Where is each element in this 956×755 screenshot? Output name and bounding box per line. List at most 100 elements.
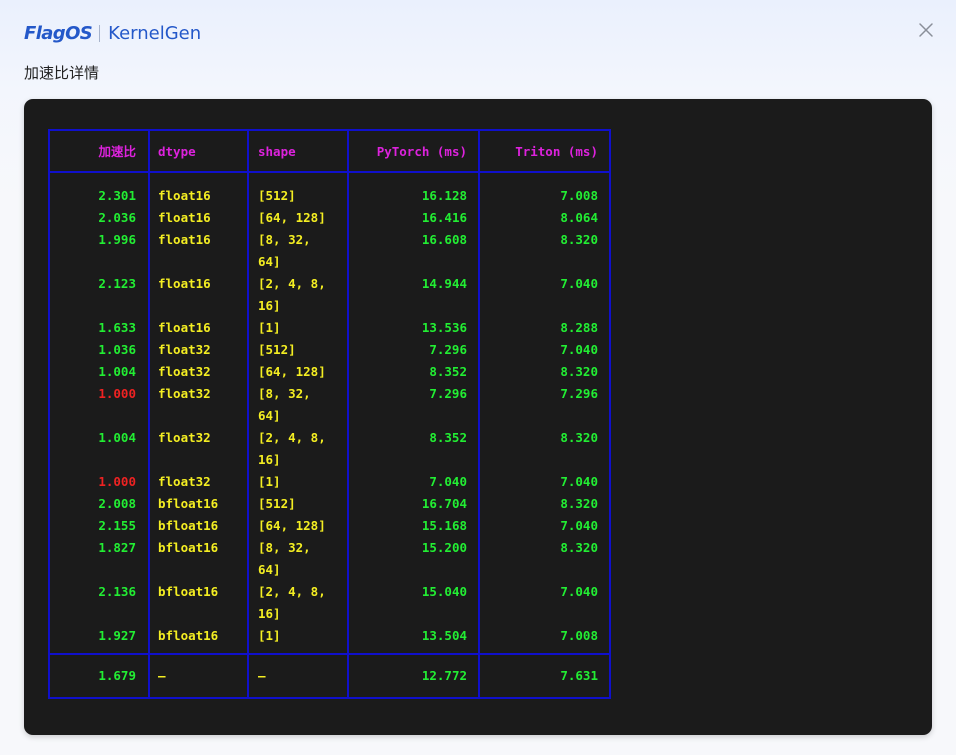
table-cell-pytorch: 13.504 bbox=[421, 628, 467, 643]
table-cell-pytorch: 15.200 bbox=[421, 540, 467, 555]
table-cell-speedup: 1.827 bbox=[98, 540, 136, 555]
close-icon bbox=[919, 23, 933, 37]
table-cell-shape: [512] bbox=[258, 342, 296, 357]
table-cell-triton: 7.040 bbox=[560, 518, 598, 533]
table-cell-dtype: float16 bbox=[158, 320, 211, 335]
table-cell-pytorch: 16.608 bbox=[421, 232, 467, 247]
table-cell-pytorch: 15.168 bbox=[421, 518, 467, 533]
table-cell-shape: [64, 128] bbox=[258, 210, 326, 225]
table-cell-dtype: float16 bbox=[158, 188, 211, 203]
column-header: Triton (ms) bbox=[515, 144, 598, 159]
table-cell-triton: 7.040 bbox=[560, 584, 598, 599]
table-cell-triton: 8.320 bbox=[560, 364, 598, 379]
speedup-table: 加速比 dtype shape PyTorch (ms) Triton (ms) 2.30… bbox=[48, 129, 611, 699]
table-cell-shape: [2, 4, 8, bbox=[258, 276, 326, 291]
table-cell-speedup: 1.996 bbox=[98, 232, 136, 247]
table-cell-shape: 16] bbox=[258, 452, 281, 467]
table-column-divider bbox=[148, 129, 150, 699]
table-cell-triton: 7.008 bbox=[560, 628, 598, 643]
table-cell-triton: 7.040 bbox=[560, 474, 598, 489]
table-cell-shape: [64, 128] bbox=[258, 364, 326, 379]
table-cell-pytorch: 16.128 bbox=[421, 188, 467, 203]
table-column-divider bbox=[478, 129, 480, 699]
table-cell-pytorch: 16.416 bbox=[421, 210, 467, 225]
table-column-divider bbox=[609, 129, 611, 699]
table-cell-dtype: float32 bbox=[158, 474, 211, 489]
table-border-top bbox=[48, 129, 611, 131]
table-cell-pytorch: 13.536 bbox=[421, 320, 467, 335]
table-cell-speedup: 1.000 bbox=[98, 474, 136, 489]
table-cell-pytorch: 16.704 bbox=[421, 496, 467, 511]
table-footer-pytorch: 12.772 bbox=[421, 668, 467, 683]
table-cell-shape: [8, 32, bbox=[258, 232, 311, 247]
table-cell-shape: [1] bbox=[258, 320, 281, 335]
table-cell-dtype: float32 bbox=[158, 342, 211, 357]
column-header: dtype bbox=[158, 144, 196, 159]
table-cell-triton: 7.040 bbox=[560, 342, 598, 357]
table-cell-triton: 8.288 bbox=[560, 320, 598, 335]
table-cell-shape: 64] bbox=[258, 408, 281, 423]
table-cell-triton: 7.040 bbox=[560, 276, 598, 291]
table-cell-pytorch: 7.040 bbox=[429, 474, 467, 489]
table-cell-dtype: float32 bbox=[158, 430, 211, 445]
table-cell-dtype: float16 bbox=[158, 232, 211, 247]
table-cell-shape: 16] bbox=[258, 606, 281, 621]
table-cell-speedup: 1.633 bbox=[98, 320, 136, 335]
table-cell-triton: 8.320 bbox=[560, 232, 598, 247]
table-cell-shape: [1] bbox=[258, 474, 281, 489]
table-cell-shape: 64] bbox=[258, 254, 281, 269]
table-cell-shape: 64] bbox=[258, 562, 281, 577]
brand-logo: FlagOS bbox=[24, 22, 93, 44]
table-cell-pytorch: 8.352 bbox=[429, 430, 467, 445]
table-cell-pytorch: 7.296 bbox=[429, 342, 467, 357]
table-cell-triton: 7.296 bbox=[560, 386, 598, 401]
product-name: KernelGen bbox=[108, 22, 202, 44]
table-cell-speedup: 2.036 bbox=[98, 210, 136, 225]
table-cell-dtype: float32 bbox=[158, 386, 211, 401]
table-cell-pytorch: 14.944 bbox=[421, 276, 467, 291]
table-cell-speedup: 2.008 bbox=[98, 496, 136, 511]
table-cell-shape: [2, 4, 8, bbox=[258, 430, 326, 445]
table-footer-triton: 7.631 bbox=[560, 668, 598, 683]
table-cell-triton: 8.320 bbox=[560, 540, 598, 555]
table-border-footer bbox=[48, 653, 611, 655]
speedup-table-panel: 加速比 dtype shape PyTorch (ms) Triton (ms) 2.30… bbox=[24, 99, 932, 735]
table-cell-dtype: bfloat16 bbox=[158, 518, 219, 533]
table-cell-dtype: float16 bbox=[158, 276, 211, 291]
table-cell-dtype: float32 bbox=[158, 364, 211, 379]
table-footer-dtype: — bbox=[158, 668, 166, 683]
table-cell-speedup: 1.004 bbox=[98, 364, 136, 379]
table-cell-triton: 8.320 bbox=[560, 430, 598, 445]
table-cell-dtype: bfloat16 bbox=[158, 496, 219, 511]
table-cell-dtype: bfloat16 bbox=[158, 628, 219, 643]
table-cell-speedup: 1.036 bbox=[98, 342, 136, 357]
table-cell-speedup: 1.004 bbox=[98, 430, 136, 445]
table-cell-shape: [64, 128] bbox=[258, 518, 326, 533]
table-cell-shape: [8, 32, bbox=[258, 386, 311, 401]
page-title: 加速比详情 bbox=[24, 64, 100, 82]
table-cell-shape: 16] bbox=[258, 298, 281, 313]
table-footer-speedup: 1.679 bbox=[98, 668, 136, 683]
table-cell-speedup: 1.000 bbox=[98, 386, 136, 401]
table-cell-speedup: 2.301 bbox=[98, 188, 136, 203]
table-cell-speedup: 2.123 bbox=[98, 276, 136, 291]
table-cell-shape: [2, 4, 8, bbox=[258, 584, 326, 599]
table-cell-shape: [8, 32, bbox=[258, 540, 311, 555]
table-cell-speedup: 2.136 bbox=[98, 584, 136, 599]
close-button[interactable] bbox=[918, 22, 934, 38]
table-border-header bbox=[48, 171, 611, 173]
table-cell-triton: 8.320 bbox=[560, 496, 598, 511]
table-cell-pytorch: 7.296 bbox=[429, 386, 467, 401]
table-cell-dtype: float16 bbox=[158, 210, 211, 225]
column-header: 加速比 bbox=[98, 144, 136, 159]
table-cell-triton: 7.008 bbox=[560, 188, 598, 203]
table-cell-shape: [1] bbox=[258, 628, 281, 643]
table-border-bottom bbox=[48, 697, 611, 699]
column-header: PyTorch (ms) bbox=[376, 144, 467, 159]
table-cell-shape: [512] bbox=[258, 496, 296, 511]
table-column-divider bbox=[247, 129, 249, 699]
table-column-divider bbox=[48, 129, 50, 699]
table-column-divider bbox=[347, 129, 349, 699]
table-cell-speedup: 2.155 bbox=[98, 518, 136, 533]
table-cell-dtype: bfloat16 bbox=[158, 540, 219, 555]
